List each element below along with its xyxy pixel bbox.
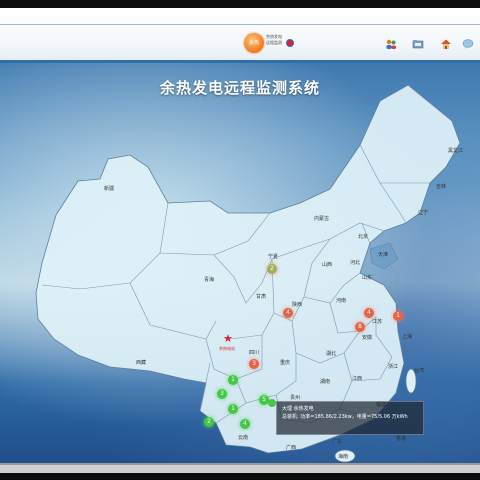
province-label-guangxi[interactable]: 广西 bbox=[286, 444, 296, 451]
province-label-guizhou[interactable]: 贵州 bbox=[290, 394, 300, 401]
province-label-jiangxi[interactable]: 江西 bbox=[352, 375, 362, 382]
province-label-hongkong[interactable]: 香港 bbox=[396, 435, 406, 442]
province-label-shaanxi[interactable]: 陕西 bbox=[292, 301, 302, 308]
province-label-ningxia[interactable]: 宁夏 bbox=[268, 253, 278, 260]
province-label-shanxi[interactable]: 山西 bbox=[322, 261, 332, 268]
home-icon[interactable] bbox=[440, 38, 452, 50]
province-label-hunan[interactable]: 湖南 bbox=[320, 378, 330, 385]
bottom-status-bar bbox=[0, 463, 480, 473]
top-bar-divider bbox=[0, 24, 480, 25]
tooltip-anchor-dot bbox=[268, 399, 276, 407]
tooltip-title: 大理 余热发电 bbox=[282, 406, 314, 412]
window-frame: 余热 余热发电 远程监测 余热发电远程监测系统 新疆 西藏 青海 甘肃 四川 云… bbox=[0, 0, 480, 480]
site-tooltip: 大理 余热发电 总装机: 功率=185.86/2.23kw，电量=75/5.06… bbox=[276, 401, 424, 435]
tooltip-detail: 总装机: 功率=185.86/2.23kw，电量=75/5.06 万kWh bbox=[282, 414, 408, 420]
province-label-xinjiang[interactable]: 新疆 bbox=[104, 185, 114, 192]
province-label-neimenggu[interactable]: 内蒙古 bbox=[314, 215, 329, 222]
site-marker-henan[interactable]: 4 bbox=[364, 308, 374, 318]
app-screen: 余热 余热发电 远程监测 余热发电远程监测系统 新疆 西藏 青海 甘肃 四川 云… bbox=[0, 8, 480, 473]
province-label-hebei[interactable]: 河北 bbox=[350, 259, 360, 266]
province-label-gansu[interactable]: 甘肃 bbox=[256, 293, 266, 300]
location-pin-icon bbox=[286, 39, 294, 47]
province-label-henan[interactable]: 河南 bbox=[336, 297, 346, 304]
logo-text-line2: 远程监测 bbox=[266, 40, 282, 45]
province-label-qinghai[interactable]: 青海 bbox=[204, 276, 214, 283]
province-label-anhui[interactable]: 安徽 bbox=[362, 334, 372, 341]
province-label-taiwan[interactable]: 台湾 bbox=[414, 367, 424, 374]
province-label-liaoning[interactable]: 辽宁 bbox=[418, 209, 428, 216]
site-marker-anhui[interactable]: 8 bbox=[355, 322, 365, 332]
province-label-shandong[interactable]: 山东 bbox=[362, 274, 372, 281]
province-label-heilongjiang[interactable]: 黑龙江 bbox=[448, 147, 463, 154]
site-marker-yunnan-1[interactable]: 3 bbox=[217, 389, 227, 399]
site-marker-yunnan-2[interactable]: 1 bbox=[228, 404, 238, 414]
province-label-zhejiang[interactable]: 浙江 bbox=[388, 363, 398, 370]
site-marker-jiangsu[interactable]: 1 bbox=[393, 311, 403, 321]
logo-text: 余热发电 远程监测 bbox=[266, 34, 288, 46]
province-label-yunnan[interactable]: 云南 bbox=[238, 434, 248, 441]
province-label-tianjin[interactable]: 天津 bbox=[378, 251, 388, 258]
site-marker-shaanxi[interactable]: 4 bbox=[283, 308, 293, 318]
site-marker-yunnan-3[interactable]: 2 bbox=[204, 417, 214, 427]
site-marker-sichuan[interactable]: 3 bbox=[249, 359, 259, 369]
headquarters-star-icon[interactable]: ★ bbox=[223, 333, 233, 344]
users-icon[interactable] bbox=[385, 38, 397, 50]
province-label-shanghai[interactable]: 上海 bbox=[402, 333, 412, 340]
headquarters-label: 余热电站 bbox=[219, 346, 235, 351]
top-bar: 余热 余热发电 远程监测 bbox=[0, 8, 480, 63]
province-label-chongqing[interactable]: 重庆 bbox=[280, 359, 290, 366]
province-label-guangdong[interactable]: 广东 bbox=[332, 438, 342, 445]
province-label-xizang[interactable]: 西藏 bbox=[136, 359, 146, 366]
province-label-jilin[interactable]: 吉林 bbox=[436, 183, 446, 190]
province-label-jiangsu[interactable]: 江苏 bbox=[372, 318, 382, 325]
site-marker-yunnan-5[interactable]: 1 bbox=[228, 375, 238, 385]
province-label-beijing[interactable]: 北京 bbox=[358, 233, 368, 240]
map-title: 余热发电远程监测系统 bbox=[159, 79, 320, 97]
map-panel: 余热发电远程监测系统 新疆 西藏 青海 甘肃 四川 云南 内蒙古 黑龙江 吉林 … bbox=[0, 63, 480, 463]
province-label-hubei[interactable]: 湖北 bbox=[326, 350, 336, 357]
site-marker-yunnan-4[interactable]: 4 bbox=[240, 419, 250, 429]
province-label-hainan[interactable]: 海南 bbox=[338, 453, 348, 460]
logo-badge[interactable]: 余热 bbox=[244, 33, 264, 53]
province-label-sichuan[interactable]: 四川 bbox=[249, 349, 259, 356]
chat-icon[interactable] bbox=[462, 38, 474, 50]
folder-icon[interactable] bbox=[412, 38, 424, 50]
site-marker-ningxia[interactable]: 2 bbox=[267, 264, 277, 274]
